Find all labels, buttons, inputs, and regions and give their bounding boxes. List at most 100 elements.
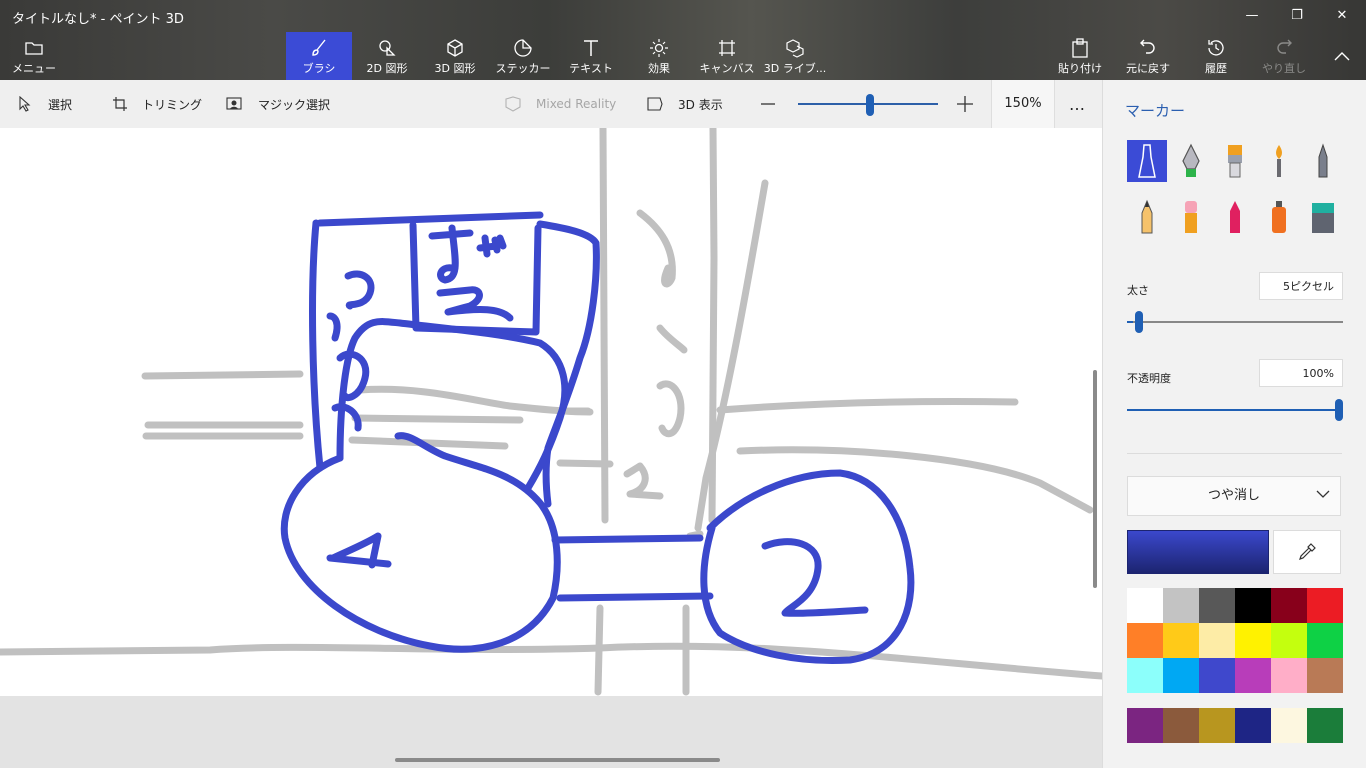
view-3d-button[interactable]: 3D 表示: [646, 80, 723, 128]
drawing-canvas[interactable]: [0, 124, 1106, 696]
tool-text[interactable]: テキスト: [559, 32, 623, 80]
brush-calligraphy[interactable]: [1171, 140, 1211, 182]
pixel-pen-icon: [1318, 143, 1328, 178]
panel-title: マーカー: [1125, 102, 1186, 120]
brush-crayon[interactable]: [1215, 196, 1255, 238]
current-color-swatch[interactable]: [1127, 530, 1269, 574]
zoom-in-button[interactable]: [956, 80, 984, 128]
thickness-input[interactable]: 5ピクセル: [1259, 272, 1343, 300]
brush-marker[interactable]: [1127, 140, 1167, 182]
custom-color-swatch[interactable]: [1163, 708, 1199, 743]
opacity-label: 不透明度: [1127, 372, 1171, 385]
tool-brush[interactable]: ブラシ: [286, 32, 352, 80]
thickness-slider-track[interactable]: [1127, 321, 1343, 323]
2d-shapes-icon: [379, 40, 396, 56]
finish-dropdown[interactable]: つや消し: [1127, 476, 1341, 516]
crop-button[interactable]: トリミング: [112, 80, 202, 128]
palette-swatch[interactable]: [1199, 623, 1235, 658]
mixed-reality-button[interactable]: Mixed Reality: [504, 80, 616, 128]
palette-swatch[interactable]: [1127, 658, 1163, 693]
palette-swatch[interactable]: [1271, 588, 1307, 623]
paste-label: 貼り付け: [1058, 62, 1102, 75]
palette-swatch[interactable]: [1199, 588, 1235, 623]
canvas-area: [0, 124, 1106, 768]
palette-swatch[interactable]: [1199, 658, 1235, 693]
brush-oil[interactable]: [1215, 140, 1255, 182]
custom-color-swatch[interactable]: [1127, 708, 1163, 743]
text-icon: [584, 40, 598, 56]
zoom-slider-thumb[interactable]: [866, 94, 874, 116]
watercolor-icon: [1276, 145, 1282, 177]
crop-icon: [113, 97, 127, 111]
select-button[interactable]: 選択: [18, 80, 72, 128]
custom-color-swatch[interactable]: [1307, 708, 1343, 743]
undo-button[interactable]: 元に戻す: [1116, 32, 1180, 80]
brush-pencil[interactable]: [1127, 196, 1167, 238]
mixed-reality-label: Mixed Reality: [536, 97, 617, 111]
tool-label: ステッカー: [495, 62, 551, 75]
eyedropper-button[interactable]: [1273, 530, 1341, 574]
tool-2d-shapes[interactable]: 2D 図形: [355, 32, 419, 80]
brush-icon: [312, 39, 326, 56]
maximize-button[interactable]: ❐: [1285, 6, 1309, 26]
custom-color-swatch[interactable]: [1199, 708, 1235, 743]
brush-watercolor[interactable]: [1259, 140, 1299, 182]
more-button[interactable]: …: [1069, 80, 1085, 128]
folder-icon: [25, 42, 43, 55]
palette-swatch[interactable]: [1235, 658, 1271, 693]
palette-swatch[interactable]: [1163, 623, 1199, 658]
redo-button[interactable]: やり直し: [1252, 32, 1316, 80]
palette-swatch[interactable]: [1163, 658, 1199, 693]
vertical-scrollbar[interactable]: [1093, 370, 1097, 588]
finish-value: つや消し: [1207, 488, 1260, 503]
palette-swatch[interactable]: [1235, 588, 1271, 623]
palette-swatch[interactable]: [1307, 623, 1343, 658]
brush-fill[interactable]: [1303, 196, 1343, 238]
undo-icon: [1140, 39, 1155, 54]
redo-icon: [1277, 39, 1292, 54]
palette-swatch[interactable]: [1235, 623, 1271, 658]
undo-label: 元に戻す: [1126, 62, 1170, 75]
palette-swatch[interactable]: [1163, 588, 1199, 623]
crop-label: トリミング: [142, 97, 203, 112]
zoom-value[interactable]: 150%: [991, 80, 1055, 128]
brush-eraser[interactable]: [1171, 196, 1211, 238]
mixed-reality-icon: [505, 96, 521, 112]
tool-effects[interactable]: 効果: [627, 32, 691, 80]
tool-sticker[interactable]: ステッカー: [491, 32, 555, 80]
canvas-icon: [719, 40, 735, 56]
horizontal-scrollbar[interactable]: [395, 758, 720, 762]
opacity-input[interactable]: 100%: [1259, 359, 1343, 387]
close-button[interactable]: ✕: [1330, 6, 1354, 26]
brush-pixel-pen[interactable]: [1303, 140, 1343, 182]
sticker-icon: [514, 39, 532, 57]
menu-button[interactable]: メニュー: [2, 32, 66, 80]
palette-swatch[interactable]: [1307, 658, 1343, 693]
custom-color-swatch[interactable]: [1271, 708, 1307, 743]
palette-swatch[interactable]: [1271, 658, 1307, 693]
plus-icon: [957, 96, 973, 112]
tool-3d-shapes[interactable]: 3D 図形: [423, 32, 487, 80]
thickness-slider-thumb[interactable]: [1135, 311, 1143, 333]
tool-3d-library[interactable]: 3D ライブ...: [763, 32, 827, 80]
paste-button[interactable]: 貼り付け: [1048, 32, 1112, 80]
history-button[interactable]: 履歴: [1184, 32, 1248, 80]
opacity-slider-thumb[interactable]: [1335, 399, 1343, 421]
thickness-label: 太さ: [1127, 284, 1149, 297]
paste-icon: [1072, 38, 1088, 58]
palette-swatch[interactable]: [1127, 623, 1163, 658]
zoom-out-button[interactable]: [760, 80, 786, 128]
palette-swatch[interactable]: [1307, 588, 1343, 623]
custom-color-swatch[interactable]: [1235, 708, 1271, 743]
menu-label: メニュー: [12, 62, 56, 75]
thickness-slider-fill: [1127, 321, 1133, 323]
palette-swatch[interactable]: [1271, 623, 1307, 658]
magic-select-button[interactable]: マジック選択: [226, 80, 330, 128]
crayon-icon: [1230, 201, 1240, 233]
minimize-button[interactable]: —: [1240, 6, 1264, 26]
brush-spray[interactable]: [1259, 196, 1299, 238]
tool-canvas[interactable]: キャンバス: [695, 32, 759, 80]
collapse-ribbon-button[interactable]: [1320, 32, 1364, 80]
magic-select-icon: [226, 97, 242, 110]
palette-swatch[interactable]: [1127, 588, 1163, 623]
